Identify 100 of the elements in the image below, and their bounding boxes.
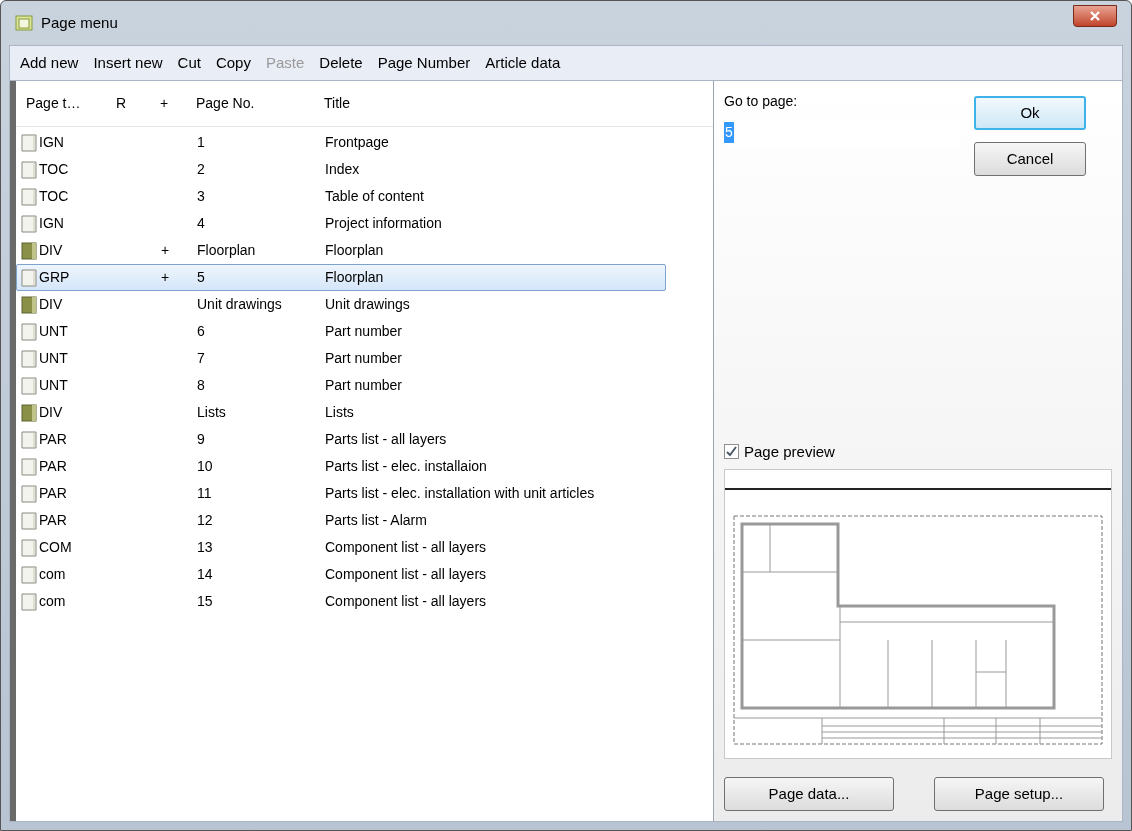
page-type: PAR (39, 430, 67, 449)
page-number: 5 (197, 269, 205, 285)
page-row[interactable]: PAR 12 Parts list - Alarm (16, 507, 666, 534)
page-number: 11 (197, 485, 212, 501)
close-icon (1089, 11, 1101, 21)
page-preview-checkbox[interactable] (724, 444, 739, 460)
selected-row[interactable]: GRP + 5 Floorplan (16, 264, 666, 291)
page-data-button[interactable]: Page data... (724, 777, 894, 811)
page-row[interactable]: IGN 4 Project information (16, 210, 666, 237)
page-title: Part number (325, 322, 403, 341)
page-row[interactable]: com 15 Component list - all layers (16, 588, 666, 615)
page-type: PAR (39, 484, 67, 503)
page-type: COM (39, 538, 72, 557)
page-icon (21, 133, 37, 152)
page-icon (21, 160, 37, 179)
page-icon (21, 538, 37, 557)
menu-item[interactable]: Insert new (93, 51, 163, 75)
page-icon (21, 349, 37, 368)
page-row[interactable]: PAR 9 Parts list - all layers (16, 426, 666, 453)
menu-item[interactable]: Copy (215, 51, 251, 75)
folder-page-icon (21, 295, 37, 314)
menu-item[interactable]: Delete (319, 51, 363, 75)
page-setup-button[interactable]: Page setup... (934, 777, 1104, 811)
menu-item[interactable]: Cut (177, 51, 201, 75)
cancel-button[interactable]: Cancel (974, 142, 1086, 176)
page-row[interactable]: UNT 7 Part number (16, 345, 666, 372)
page-number: 3 (197, 188, 205, 204)
folder-page-icon (21, 241, 37, 260)
page-type: DIV (39, 403, 63, 422)
column-header[interactable]: R (116, 93, 160, 114)
page-title: Parts list - elec. installaion (325, 457, 487, 476)
window-title: Page menu (41, 12, 118, 33)
page-type: DIV (39, 295, 63, 314)
page-number: 8 (197, 377, 205, 393)
page-number: Floorplan (197, 242, 256, 258)
page-title: Component list - all layers (325, 592, 487, 611)
page-type: TOC (39, 187, 69, 206)
page-title: Component list - all layers (325, 538, 487, 557)
page-type: TOC (39, 160, 69, 179)
menu-item[interactable]: Article data (485, 51, 561, 75)
page-row[interactable]: COM 13 Component list - all layers (16, 534, 666, 561)
page-number: 13 (197, 539, 213, 555)
page-row[interactable]: PAR 11 Parts list - elec. installation with unit articles (16, 480, 666, 507)
page-type: com (39, 565, 66, 584)
page-icon (21, 322, 37, 341)
expand-marker: + (161, 269, 170, 285)
page-row[interactable]: DIV Unit drawings Unit drawings (16, 291, 666, 318)
page-icon (21, 214, 37, 233)
page-row[interactable]: DIV + Floorplan Floorplan (16, 237, 666, 264)
page-title: Frontpage (325, 133, 389, 152)
page-row[interactable]: PAR 10 Parts list - elec. installaion (16, 453, 666, 480)
expand-marker: + (161, 242, 170, 258)
page-row[interactable]: UNT 8 Part number (16, 372, 666, 399)
page-title: Parts list - Alarm (325, 511, 427, 530)
page-number: Lists (197, 404, 226, 420)
page-number: 9 (197, 431, 205, 447)
menu-item[interactable]: Add new (20, 51, 79, 75)
page-title: Lists (325, 403, 354, 422)
page-type: IGN (39, 133, 64, 152)
folder-page-icon (21, 403, 37, 422)
page-number: 2 (197, 161, 205, 177)
page-icon (21, 376, 37, 395)
page-title: Part number (325, 349, 403, 368)
page-row[interactable]: IGN 1 Frontpage (16, 129, 666, 156)
page-title: Part number (325, 376, 403, 395)
page-type: GRP (39, 268, 70, 287)
column-header[interactable]: + (160, 93, 196, 114)
page-type: UNT (39, 349, 68, 368)
page-title: Floorplan (325, 268, 384, 287)
page-type: PAR (39, 511, 67, 530)
page-icon (21, 430, 37, 449)
ok-button[interactable]: Ok (974, 96, 1086, 130)
menu-item[interactable]: Page Number (377, 51, 471, 75)
column-header[interactable]: Title (324, 93, 713, 114)
page-row[interactable]: TOC 3 Table of content (16, 183, 666, 210)
column-header[interactable]: Page t… (16, 93, 116, 114)
page-icon (21, 592, 37, 611)
page-title: Unit drawings (325, 295, 410, 314)
close-button[interactable] (1073, 5, 1117, 27)
page-icon (21, 511, 37, 530)
page-title: Parts list - all layers (325, 430, 447, 449)
page-number: 1 (197, 134, 205, 150)
page-title: Index (325, 160, 360, 179)
page-icon (21, 565, 37, 584)
page-number: 10 (197, 458, 213, 474)
page-number: 14 (197, 566, 213, 582)
page-icon (21, 187, 37, 206)
page-title: Table of content (325, 187, 424, 206)
page-type: IGN (39, 214, 64, 233)
page-title: Component list - all layers (325, 565, 487, 584)
page-number: 7 (197, 350, 205, 366)
page-icon (21, 457, 37, 476)
page-row[interactable]: UNT 6 Part number (16, 318, 666, 345)
page-row[interactable]: com 14 Component list - all layers (16, 561, 666, 588)
page-row[interactable]: TOC 2 Index (16, 156, 666, 183)
page-title: Parts list - elec. installation with unit articles (325, 484, 595, 503)
page-number: 4 (197, 215, 205, 231)
column-header[interactable]: Page No. (196, 93, 324, 114)
page-row[interactable]: DIV Lists Lists (16, 399, 666, 426)
page-type: UNT (39, 376, 68, 395)
